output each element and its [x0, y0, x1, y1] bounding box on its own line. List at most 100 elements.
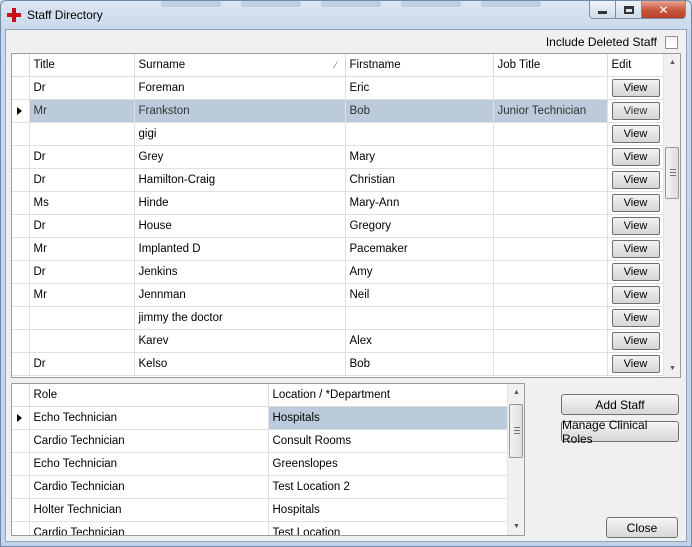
cell-job-title[interactable]	[493, 306, 608, 330]
view-staff-button[interactable]: View	[611, 331, 660, 350]
cell-surname[interactable]: Jenkins	[134, 260, 346, 284]
cell-job-title[interactable]	[493, 283, 608, 307]
row-header[interactable]	[12, 168, 30, 192]
cell-firstname[interactable]: Gregory	[345, 214, 494, 238]
cell-firstname[interactable]: Alex	[345, 329, 494, 353]
role-row[interactable]: Echo Technician Greenslopes	[12, 452, 509, 476]
cell-job-title[interactable]	[493, 168, 608, 192]
cell-title[interactable]: Dr	[29, 260, 135, 284]
cell-location[interactable]: Test Location	[268, 521, 509, 535]
view-staff-button[interactable]: View	[611, 101, 660, 120]
role-row[interactable]: Cardio Technician Consult Rooms	[12, 429, 509, 453]
column-header-firstname[interactable]: Firstname	[345, 54, 494, 77]
cell-title[interactable]	[29, 122, 135, 146]
staff-row[interactable]: Dr Foreman Eric View	[12, 76, 665, 100]
column-header-job-title[interactable]: Job Title	[493, 54, 608, 77]
staff-row[interactable]: Mr Frankston Bob Junior Technician View	[12, 99, 665, 123]
cell-location[interactable]: Hospitals	[268, 498, 509, 522]
scroll-up-icon[interactable]: ▲	[664, 54, 680, 71]
cell-surname[interactable]: jimmy the doctor	[134, 306, 346, 330]
cell-firstname[interactable]: Mary-Ann	[345, 191, 494, 215]
staff-row[interactable]: Dr Grey Mary View	[12, 145, 665, 169]
scrollbar-thumb[interactable]	[665, 147, 679, 199]
scroll-down-icon[interactable]: ▼	[508, 518, 524, 535]
close-button[interactable]: Close	[606, 517, 678, 538]
staff-row[interactable]: Dr Kelso Bob View	[12, 352, 665, 376]
column-header-edit[interactable]: Edit	[607, 54, 665, 77]
row-header[interactable]	[12, 329, 30, 353]
cell-job-title[interactable]: Junior Technician	[493, 99, 608, 123]
cell-title[interactable]: Ms	[29, 191, 135, 215]
view-staff-button[interactable]: View	[611, 239, 660, 258]
cell-firstname[interactable]: Bob	[345, 352, 494, 376]
cell-location[interactable]: Hospitals	[268, 406, 509, 430]
view-staff-button[interactable]: View	[611, 147, 660, 166]
cell-firstname[interactable]: Bob	[345, 99, 494, 123]
cell-title[interactable]: Dr	[29, 145, 135, 169]
column-header-title[interactable]: Title	[29, 54, 135, 77]
cell-job-title[interactable]	[493, 145, 608, 169]
cell-surname[interactable]: Implanted D	[134, 237, 346, 261]
row-header[interactable]	[12, 145, 30, 169]
role-row[interactable]: Cardio Technician Test Location 2	[12, 475, 509, 499]
row-header[interactable]	[12, 498, 30, 522]
cell-job-title[interactable]	[493, 214, 608, 238]
minimize-button[interactable]	[589, 1, 616, 19]
row-header[interactable]	[12, 283, 30, 307]
staff-grid-scrollbar[interactable]: ▲ ▼	[663, 54, 680, 377]
cell-firstname[interactable]	[345, 306, 494, 330]
cell-role[interactable]: Holter Technician	[29, 498, 269, 522]
cell-job-title[interactable]	[493, 76, 608, 100]
row-header[interactable]	[12, 260, 30, 284]
row-header[interactable]	[12, 521, 30, 535]
cell-job-title[interactable]	[493, 352, 608, 376]
cell-surname[interactable]: Frankston	[134, 99, 346, 123]
row-header[interactable]	[12, 452, 30, 476]
cell-role[interactable]: Echo Technician	[29, 406, 269, 430]
cell-title[interactable]: Mr	[29, 237, 135, 261]
cell-surname[interactable]: Grey	[134, 145, 346, 169]
cell-location[interactable]: Consult Rooms	[268, 429, 509, 453]
cell-title[interactable]: Mr	[29, 283, 135, 307]
title-bar[interactable]: Staff Directory ✕	[1, 1, 691, 29]
row-header[interactable]	[12, 214, 30, 238]
row-header[interactable]	[12, 99, 30, 123]
scrollbar-thumb[interactable]	[509, 404, 523, 458]
staff-row[interactable]: gigi View	[12, 122, 665, 146]
maximize-button[interactable]	[616, 1, 642, 19]
staff-row[interactable]: Karev Alex View	[12, 329, 665, 353]
role-row[interactable]: Cardio Technician Test Location	[12, 521, 509, 535]
view-staff-button[interactable]: View	[611, 308, 660, 327]
row-header[interactable]	[12, 475, 30, 499]
cell-role[interactable]: Echo Technician	[29, 452, 269, 476]
cell-role[interactable]: Cardio Technician	[29, 475, 269, 499]
staff-row[interactable]: Dr House Gregory View	[12, 214, 665, 238]
cell-location[interactable]: Test Location 2	[268, 475, 509, 499]
include-deleted-toggle[interactable]: Include Deleted Staff	[546, 35, 678, 49]
row-header[interactable]	[12, 191, 30, 215]
row-header[interactable]	[12, 306, 30, 330]
staff-row[interactable]: Dr Jenkins Amy View	[12, 260, 665, 284]
close-window-button[interactable]: ✕	[642, 1, 686, 19]
scroll-up-icon[interactable]: ▲	[508, 384, 524, 401]
row-header[interactable]	[12, 352, 30, 376]
cell-firstname[interactable]	[345, 122, 494, 146]
cell-surname[interactable]: Kelso	[134, 352, 346, 376]
view-staff-button[interactable]: View	[611, 262, 660, 281]
add-staff-button[interactable]: Add Staff	[561, 394, 679, 415]
cell-firstname[interactable]: Neil	[345, 283, 494, 307]
cell-role[interactable]: Cardio Technician	[29, 429, 269, 453]
cell-firstname[interactable]: Eric	[345, 76, 494, 100]
cell-title[interactable]	[29, 329, 135, 353]
cell-surname[interactable]: Hinde	[134, 191, 346, 215]
view-staff-button[interactable]: View	[611, 124, 660, 143]
staff-row[interactable]: Mr Implanted D Pacemaker View	[12, 237, 665, 261]
scroll-down-icon[interactable]: ▼	[664, 360, 680, 377]
cell-firstname[interactable]: Pacemaker	[345, 237, 494, 261]
column-header-role[interactable]: Role	[29, 384, 269, 407]
cell-surname[interactable]: Jennman	[134, 283, 346, 307]
role-row[interactable]: Holter Technician Hospitals	[12, 498, 509, 522]
cell-surname[interactable]: Hamilton-Craig	[134, 168, 346, 192]
cell-firstname[interactable]: Mary	[345, 145, 494, 169]
row-header[interactable]	[12, 76, 30, 100]
